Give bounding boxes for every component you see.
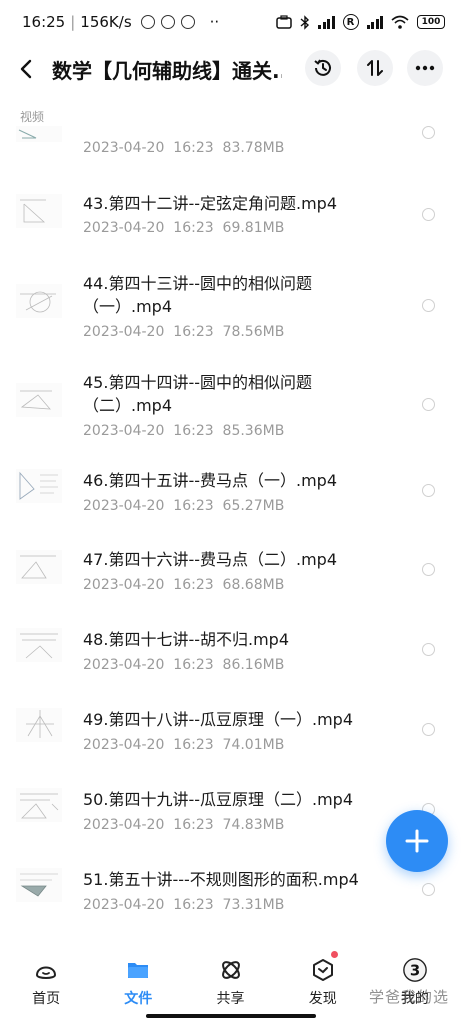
nav-label: 首页 [32, 991, 61, 1007]
select-radio[interactable] [422, 723, 435, 736]
file-meta: 2023-04-20 16:23 73.31MB [83, 897, 285, 913]
select-radio[interactable] [422, 398, 435, 411]
history-button[interactable] [305, 50, 341, 86]
file-meta: 2023-04-20 16:23 83.78MB [83, 140, 285, 156]
file-name: 45.第四十四讲--圆中的相似问题（二）.mp4 [83, 373, 312, 415]
history-icon [314, 59, 331, 76]
file-meta: 2023-04-20 16:23 78.56MB [83, 324, 285, 340]
notification-dot [330, 951, 338, 958]
nav-label: 共享 [216, 991, 245, 1007]
back-button[interactable] [0, 44, 52, 94]
video-thumbnail [16, 628, 62, 662]
file-name: 43.第四十二讲--定弦定角问题.mp4 [83, 194, 338, 213]
file-meta: 2023-04-20 16:23 74.01MB [83, 737, 285, 753]
file-name: 46.第四十五讲--费马点（一）.mp4 [83, 471, 338, 490]
bluetooth-icon [300, 14, 310, 30]
file-meta: 2023-04-20 16:23 74.83MB [83, 817, 285, 833]
file-name: 44.第四十三讲--圆中的相似问题（一）.mp4 [83, 274, 312, 316]
select-radio[interactable] [422, 563, 435, 576]
more-button[interactable] [407, 50, 443, 86]
app-notification-icon [160, 15, 175, 29]
more-notifications-icon: ·· [209, 13, 220, 31]
discover-icon [310, 957, 336, 983]
file-name: 50.第四十九讲--瓜豆原理（二）.mp4 [83, 790, 354, 809]
header: 数学【几何辅助线】通关... [0, 44, 461, 94]
video-thumbnail [16, 126, 62, 142]
sort-icon [367, 60, 383, 76]
plus-icon [405, 829, 429, 853]
select-radio[interactable] [422, 883, 435, 896]
whatsapp-icon [140, 15, 155, 29]
battery-icon: 100 [417, 15, 445, 29]
nfc-icon [276, 15, 292, 29]
home-icon [33, 957, 59, 983]
bottom-nav: 首页 文件 共享 发现 3 我的 [0, 945, 461, 1024]
profile-icon: 3 [402, 957, 428, 983]
nav-label: 文件 [124, 991, 153, 1007]
video-thumbnail [16, 194, 62, 228]
folder-icon [125, 957, 151, 983]
add-button[interactable] [386, 810, 448, 872]
network-speed: 156K/s [80, 13, 132, 31]
video-thumbnail [16, 550, 62, 584]
nav-home[interactable]: 首页 [0, 945, 92, 1024]
select-radio[interactable] [422, 299, 435, 312]
file-meta: 2023-04-20 16:23 68.68MB [83, 577, 285, 593]
file-name: 51.第五十讲---不规则图形的面积.mp4 [83, 870, 359, 889]
nav-share[interactable]: 共享 [184, 945, 276, 1024]
nav-discover[interactable]: 发现 [277, 945, 369, 1024]
section-label: 视频 [20, 110, 45, 124]
chevron-left-icon [20, 59, 32, 79]
video-thumbnail [16, 708, 62, 742]
file-meta: 2023-04-20 16:23 85.36MB [83, 423, 285, 439]
nav-files[interactable]: 文件 [92, 945, 184, 1024]
video-thumbnail [16, 284, 62, 318]
home-indicator[interactable] [146, 1014, 316, 1018]
file-meta: 2023-04-20 16:23 86.16MB [83, 657, 285, 673]
wechat-icon [180, 15, 195, 29]
more-icon [415, 65, 435, 71]
video-thumbnail [16, 788, 62, 822]
select-radio[interactable] [422, 208, 435, 221]
status-separator: | [70, 13, 76, 31]
nav-label: 发现 [308, 991, 337, 1007]
status-time: 16:25 [22, 13, 66, 31]
file-meta: 2023-04-20 16:23 69.81MB [83, 220, 285, 236]
page-title: 数学【几何辅助线】通关... [52, 58, 282, 83]
profile-badge: 3 [410, 962, 420, 980]
roaming-icon: R [342, 14, 359, 30]
file-meta: 2023-04-20 16:23 65.27MB [83, 498, 285, 514]
notification-icons [140, 15, 195, 29]
file-name: 47.第四十六讲--费马点（二）.mp4 [83, 550, 338, 569]
share-icon [218, 957, 244, 983]
video-thumbnail [16, 469, 62, 503]
wifi-icon [391, 15, 409, 29]
select-radio[interactable] [422, 643, 435, 656]
nav-profile[interactable]: 3 我的 [369, 945, 461, 1024]
status-left: 16:25 | 156K/s ·· [22, 13, 219, 31]
video-thumbnail [16, 383, 62, 417]
select-radio[interactable] [422, 126, 435, 139]
sort-button[interactable] [357, 50, 393, 86]
video-thumbnail [16, 868, 62, 902]
watermark: 学爸我的选 [369, 988, 450, 1006]
signal-2-icon [366, 15, 383, 29]
status-right: R 100 [276, 14, 445, 30]
file-name: 49.第四十八讲--瓜豆原理（一）.mp4 [83, 710, 354, 729]
signal-icon [318, 15, 335, 29]
status-bar: 16:25 | 156K/s ·· R 100 [0, 0, 461, 44]
file-name: 48.第四十七讲--胡不归.mp4 [83, 630, 290, 649]
select-radio[interactable] [422, 484, 435, 497]
